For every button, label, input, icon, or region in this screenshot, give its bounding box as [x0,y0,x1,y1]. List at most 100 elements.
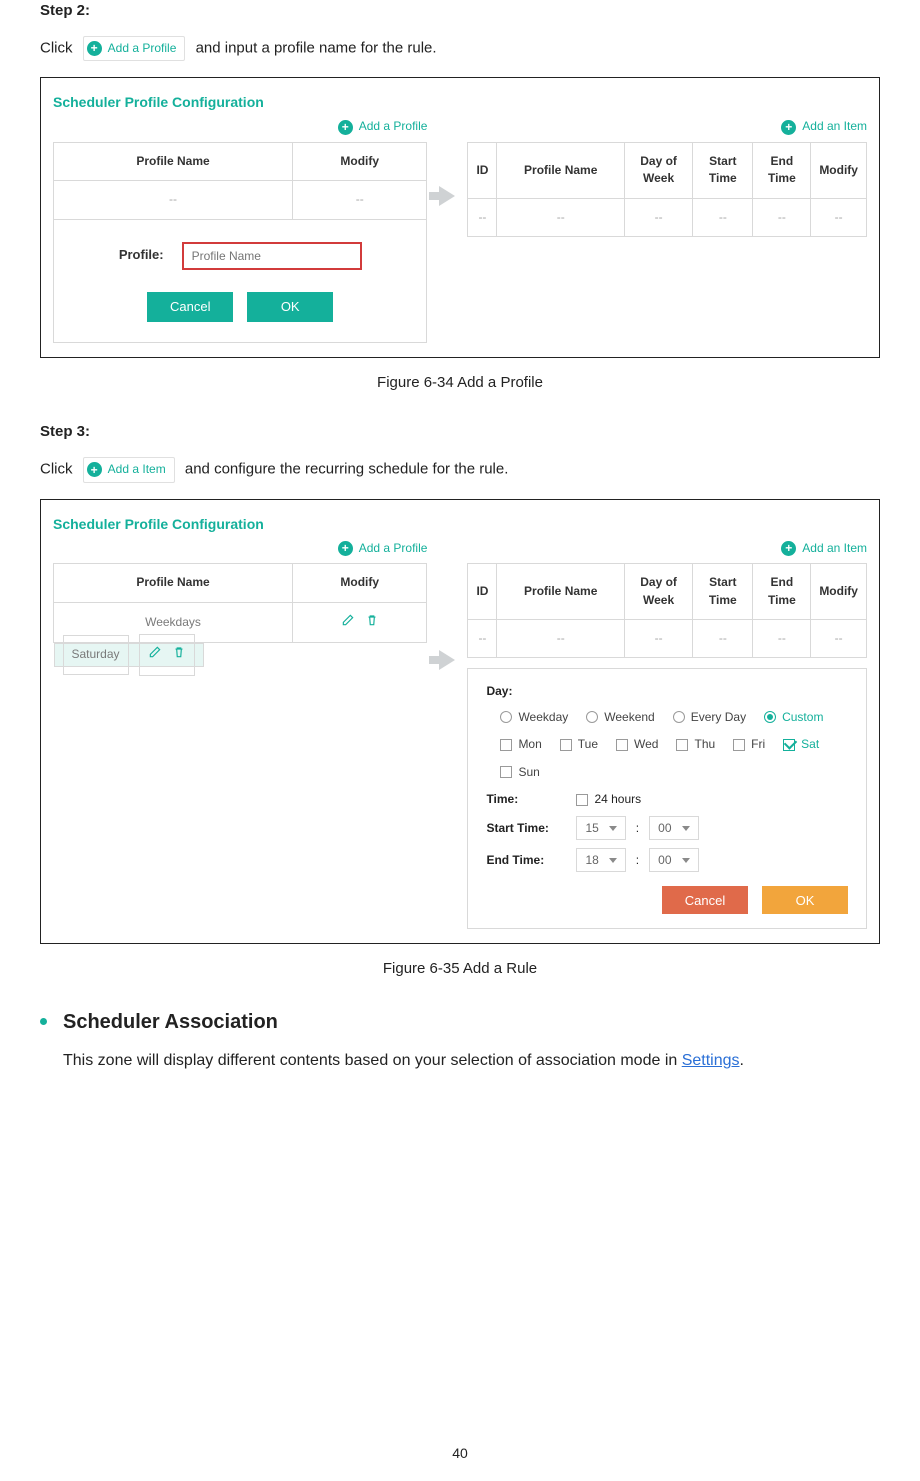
checkbox-fri[interactable]: Fri [733,736,765,753]
settings-link[interactable]: Settings [682,1052,740,1069]
col-modify: Modify [811,142,867,198]
ok-button[interactable]: OK [762,886,848,914]
checkbox-icon [783,739,795,751]
cell-modify: -- [293,181,427,219]
delete-icon[interactable] [365,613,379,627]
end-hour-select[interactable]: 18 [576,848,625,872]
plus-icon: + [781,541,796,556]
profile-table: Profile Name Modify -- -- [53,142,427,220]
figure-6-35-caption: Figure 6-35 Add a Rule [40,958,880,980]
cell-id: -- [468,619,497,657]
end-minute-select[interactable]: 00 [649,848,698,872]
checkbox-24h[interactable]: 24 hours [576,791,641,808]
cell-profile-name: -- [497,619,625,657]
cell-day: -- [624,619,692,657]
time-label: Time: [486,791,566,808]
checkbox-icon [676,739,688,751]
add-profile-link[interactable]: + Add a Profile [338,118,428,135]
chevron-down-icon [609,858,617,863]
figure-6-34-caption: Figure 6-34 Add a Profile [40,372,880,394]
add-item-badge: + Add a Item [83,457,175,482]
radio-custom[interactable]: Custom [764,709,823,726]
chevron-down-icon [682,858,690,863]
schedule-popup: Day: Weekday Weekend Every Day Custom Mo… [467,668,867,929]
cell-end: -- [753,619,811,657]
step3-lead-before: Click [40,461,73,478]
plus-icon: + [781,120,796,135]
radio-icon [500,711,512,723]
cell-id: -- [468,198,497,236]
cell-start: -- [693,198,753,236]
step3-lead-after: and configure the recurring schedule for… [185,461,509,478]
table-header-row: Profile Name Modify [54,142,427,180]
cancel-button[interactable]: Cancel [147,292,233,322]
end-time-label: End Time: [486,852,566,869]
add-item-link[interactable]: + Add an Item [781,118,867,135]
arrow-right-icon [439,186,455,206]
col-end-time: End Time [753,564,811,620]
profile-table: Profile Name Modify Weekdays [53,563,427,667]
page-number: 40 [0,1443,920,1463]
add-item-link-text: Add an Item [802,540,867,557]
radio-everyday[interactable]: Every Day [673,709,746,726]
plus-icon: + [87,462,102,477]
plus-icon: + [87,41,102,56]
radio-icon [673,711,685,723]
item-table: ID Profile Name Day of Week Start Time E… [467,563,867,658]
col-start-time: Start Time [693,564,753,620]
checkbox-icon [576,794,588,806]
cell-profile-name: -- [54,181,293,219]
checkbox-sun[interactable]: Sun [500,764,539,781]
col-day-of-week: Day of Week [624,142,692,198]
step2-lead-before: Click [40,39,73,56]
col-end-time: End Time [753,142,811,198]
bullet-icon [40,1018,47,1025]
table-row[interactable]: Saturday [54,643,204,667]
assoc-text-after: . [740,1052,744,1069]
cancel-button[interactable]: Cancel [662,886,748,914]
radio-weekend[interactable]: Weekend [586,709,654,726]
step2-lead: Click + Add a Profile and input a profil… [40,36,880,61]
delete-icon[interactable] [172,645,186,659]
checkbox-icon [560,739,572,751]
col-modify: Modify [811,564,867,620]
item-table: ID Profile Name Day of Week Start Time E… [467,142,867,237]
checkbox-mon[interactable]: Mon [500,736,541,753]
cell-profile-name: Saturday [63,635,129,674]
col-profile-name: Profile Name [54,142,293,180]
add-profile-link[interactable]: + Add a Profile [338,540,428,557]
time-colon: : [636,820,639,837]
checkbox-thu[interactable]: Thu [676,736,715,753]
start-minute-select[interactable]: 00 [649,816,698,840]
col-modify: Modify [293,142,427,180]
checkbox-wed[interactable]: Wed [616,736,658,753]
scheduler-association-heading: Scheduler Association [63,1008,880,1037]
checkbox-icon [733,739,745,751]
add-profile-link-text: Add a Profile [359,540,428,557]
cell-modify [139,634,195,675]
cell-day: -- [624,198,692,236]
cell-profile-name: -- [497,198,625,236]
checkbox-icon [500,766,512,778]
edit-icon[interactable] [341,613,355,627]
profile-name-input[interactable] [182,242,362,270]
add-item-badge-text: Add a Item [108,461,166,478]
cell-start: -- [693,619,753,657]
col-id: ID [468,564,497,620]
radio-icon [764,711,776,723]
checkbox-icon [500,739,512,751]
edit-icon[interactable] [148,645,162,659]
add-profile-badge-text: Add a Profile [108,40,177,57]
ok-button[interactable]: OK [247,292,333,322]
add-item-link-text: Add an Item [802,118,867,135]
step3-heading: Step 3: [40,421,880,443]
add-item-link[interactable]: + Add an Item [781,540,867,557]
table-row: -- -- -- -- -- -- [468,198,867,236]
plus-icon: + [338,120,353,135]
start-hour-select[interactable]: 15 [576,816,625,840]
cell-modify [293,602,427,642]
radio-weekday[interactable]: Weekday [500,709,568,726]
col-modify: Modify [293,564,427,602]
checkbox-tue[interactable]: Tue [560,736,598,753]
checkbox-sat[interactable]: Sat [783,736,819,753]
